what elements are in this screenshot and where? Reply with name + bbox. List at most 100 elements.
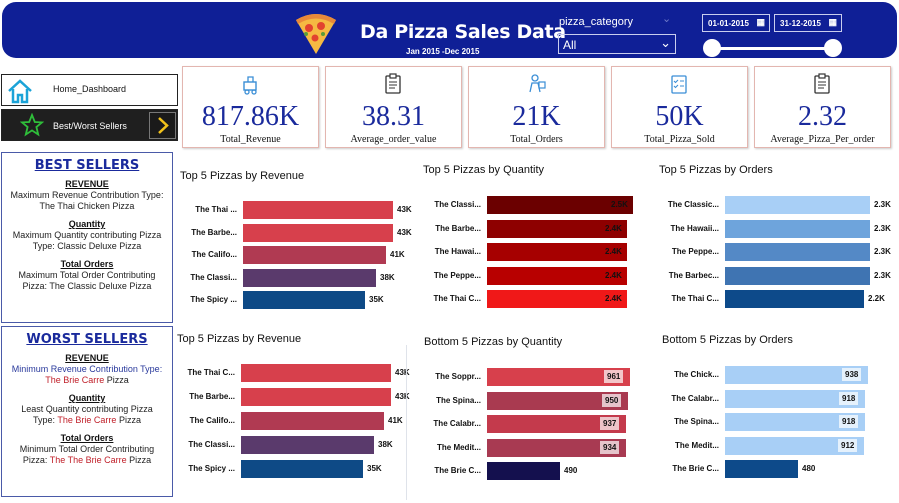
category-label: The Spina...	[674, 417, 719, 426]
quantity-heading: Quantity	[68, 393, 106, 403]
chart-title: Top 5 Pizzas by Revenue	[180, 170, 305, 182]
bar[interactable]	[243, 201, 393, 219]
bar[interactable]	[243, 291, 365, 309]
category-slicer-value: All	[563, 38, 577, 52]
bar[interactable]	[243, 246, 386, 264]
category-label: The Calabr...	[671, 393, 719, 403]
category-label: The Chick...	[674, 370, 719, 379]
bar[interactable]	[725, 243, 870, 261]
data-label: 41K	[390, 250, 405, 259]
bar[interactable]	[243, 223, 393, 242]
category-label: The Classi...	[434, 200, 481, 209]
data-label: 938	[842, 368, 862, 381]
data-label: 918	[839, 391, 859, 405]
category-label: The Medit...	[437, 442, 481, 452]
kpi-value: 38.31	[362, 101, 425, 132]
orders-pizza: Pizza: The Classic Deluxe Pizza	[22, 281, 152, 291]
bar[interactable]	[487, 462, 560, 480]
calendar-icon[interactable]: ▦	[756, 17, 765, 28]
bottom-quantity-chart: Bottom 5 Pizzas by Quantity The Soppr... 9…	[424, 336, 649, 486]
chart-title: Bottom 5 Pizzas by Quantity	[424, 336, 563, 348]
chevron-down-icon: ⌄	[662, 13, 672, 25]
category-label: The Classi...	[188, 440, 235, 449]
home-dashboard-label: Home_Dashboard	[53, 84, 127, 94]
data-label: 2.4K	[605, 223, 622, 233]
kpi-value: 817.86K	[201, 101, 300, 132]
category-label: The Hawai...	[434, 247, 481, 256]
kpi-value: 2.32	[798, 101, 847, 132]
data-label: 937	[600, 417, 620, 430]
orders-text: Maximum Total Order Contributing	[18, 270, 156, 280]
delivery-icon	[243, 76, 257, 95]
start-date-value: 01-01-2015	[708, 19, 749, 28]
revenue-pizza: The Thai Chicken Pizza	[39, 201, 135, 211]
bar[interactable]	[725, 219, 870, 238]
end-date-input[interactable]: 31-12-2015 ▦	[774, 14, 842, 32]
data-label: 950	[602, 393, 622, 407]
category-label: The Barbe...	[435, 223, 481, 233]
category-label: The Thai C...	[671, 294, 719, 303]
home-icon	[8, 79, 32, 104]
data-label: 490	[564, 466, 578, 475]
navigate-arrow-button[interactable]	[149, 112, 176, 139]
category-slicer-label: pizza_category	[559, 16, 633, 28]
bar[interactable]	[243, 268, 376, 287]
bar[interactable]	[725, 196, 870, 214]
delivery-person-icon	[529, 74, 546, 93]
start-date-input[interactable]: 01-01-2015 ▦	[702, 14, 770, 32]
best-worst-sellers-button[interactable]: Best/Worst Sellers	[1, 109, 178, 141]
end-date-value: 31-12-2015	[780, 19, 821, 28]
orders-suffix: Pizza	[126, 455, 152, 465]
revenue-text: Minimum Revenue Contribution Type:	[11, 364, 163, 374]
bar[interactable]	[241, 436, 374, 454]
worst-sellers-title: WORST SELLERS	[26, 332, 148, 347]
data-label: 2.3K	[874, 270, 891, 280]
kpi-label: Average_Pizza_Per_order	[770, 134, 875, 145]
slider-end-handle[interactable]	[824, 39, 842, 57]
data-label: 2.3K	[874, 200, 891, 209]
bar[interactable]	[725, 460, 798, 478]
data-label: 2.3K	[874, 223, 891, 233]
bar[interactable]	[241, 364, 391, 382]
date-range-slider[interactable]	[715, 47, 833, 50]
home-dashboard-button[interactable]: Home_Dashboard	[1, 74, 178, 106]
category-slicer-dropdown[interactable]: All ⌄	[558, 34, 676, 54]
bar[interactable]	[241, 460, 363, 478]
category-label: The Classi...	[190, 272, 237, 282]
data-label: 2.4K	[605, 270, 622, 280]
data-label: 43K	[397, 205, 412, 214]
data-label: 2.4K	[605, 294, 622, 303]
data-label: 480	[802, 464, 816, 473]
data-label: 912	[838, 438, 858, 452]
bar[interactable]	[725, 266, 870, 285]
orders-heading: Total Orders	[60, 433, 114, 443]
bottom-orders-chart: Bottom 5 Pizzas by Orders The Chick... 938…	[662, 334, 887, 484]
category-label: The Peppe...	[671, 247, 719, 256]
quantity-heading: Quantity	[68, 219, 106, 229]
category-label: The Barbe...	[189, 392, 235, 401]
bar[interactable]	[241, 388, 391, 406]
bar[interactable]	[725, 290, 864, 308]
data-label: 2.3K	[874, 247, 891, 256]
category-label: The Brie C...	[672, 464, 719, 473]
revenue-suffix: Pizza	[104, 375, 129, 385]
kpi-card-total-orders: 21K Total_Orders	[468, 66, 605, 148]
revenue-heading: REVENUE	[65, 179, 109, 189]
top-quantity-chart: Top 5 Pizzas by Quantity The Classi... 2.5…	[423, 164, 648, 314]
data-label: 35K	[367, 464, 382, 473]
category-label: The Brie C...	[434, 466, 481, 475]
orders-heading: Total Orders	[60, 259, 114, 269]
kpi-card-total-revenue: 817.86K Total_Revenue	[182, 66, 319, 148]
top-revenue-chart-2: Top 5 Pizzas by Revenue The Thai C... 43K T…	[177, 333, 410, 483]
best-worst-sellers-label: Best/Worst Sellers	[53, 121, 127, 131]
calendar-icon[interactable]: ▦	[828, 17, 837, 28]
quantity-type-prefix: Type:	[33, 415, 58, 425]
data-label: 2.2K	[868, 294, 885, 303]
revenue-pizza: The Brie Carre	[45, 375, 105, 385]
bar[interactable]	[241, 412, 384, 430]
clipboard-icon	[385, 73, 401, 94]
category-label: The Spicy ...	[190, 295, 237, 304]
chart-title: Top 5 Pizzas by Quantity	[423, 164, 545, 176]
top-revenue-chart: Top 5 Pizzas by Revenue The Thai ... 43K Th…	[180, 170, 412, 318]
slider-start-handle[interactable]	[703, 39, 721, 57]
